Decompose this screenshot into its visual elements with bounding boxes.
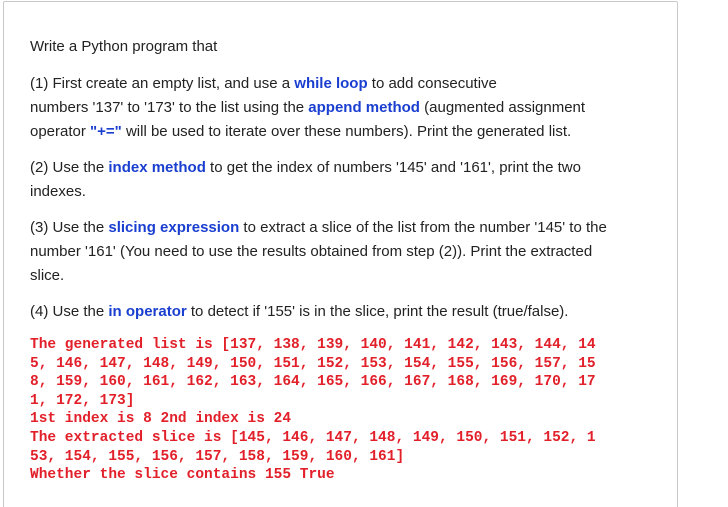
step-1-prefix: (1) First create an empty list, and use … — [30, 75, 295, 92]
output-line: 1, 172, 173] — [30, 392, 135, 409]
intro-text: Write a Python program that — [30, 38, 218, 55]
step-1: (1) First create an empty list, and use … — [30, 72, 670, 144]
program-output: The generated list is [137, 138, 139, 14… — [30, 336, 670, 485]
output-line: 1st index is 8 2nd index is 24 — [30, 411, 292, 428]
step-3-keyword-slicing-expression: slicing expression — [108, 219, 240, 236]
step-4: (4) Use the in operator to detect if '15… — [30, 300, 670, 324]
step-1-text-e: will be used to iterate over these numbe… — [121, 123, 572, 140]
step-2-text-b: indexes. — [30, 183, 86, 200]
step-1-keyword-while-loop: while loop — [294, 75, 368, 92]
question-content: Write a Python program that (1) First cr… — [30, 36, 670, 485]
step-2-prefix: (2) Use the — [30, 159, 109, 176]
page: Write a Python program that (1) First cr… — [0, 0, 728, 507]
step-1-text-c: (augmented assignment — [419, 99, 586, 116]
step-3-text-b: number '161' (You need to use the result… — [30, 243, 593, 260]
step-4-prefix: (4) Use the — [30, 303, 109, 320]
step-1-text-d: operator — [30, 123, 91, 140]
step-2: (2) Use the index method to get the inde… — [30, 156, 670, 204]
step-2-keyword-index-method: index method — [108, 159, 206, 176]
step-1-text-a: to add consecutive — [367, 75, 497, 92]
output-line: 53, 154, 155, 156, 157, 158, 159, 160, 1… — [30, 448, 405, 465]
step-2-text-a: to get the index of numbers '145' and '1… — [205, 159, 581, 176]
step-4-keyword-in-operator: in operator — [108, 303, 187, 320]
step-1-text-b: numbers '137' to '173' to the list using… — [30, 99, 309, 116]
output-line: The extracted slice is [145, 146, 147, 1… — [30, 429, 596, 446]
output-line: Whether the slice contains 155 True — [30, 467, 335, 484]
step-3-text-c: slice. — [30, 267, 65, 284]
step-4-text-a: to detect if '155' is in the slice, prin… — [186, 303, 569, 320]
step-1-keyword-operator: "+=" — [90, 123, 122, 140]
step-1-keyword-append-method: append method — [308, 99, 420, 116]
step-3-text-a: to extract a slice of the list from the … — [239, 219, 607, 236]
output-line: 8, 159, 160, 161, 162, 163, 164, 165, 16… — [30, 374, 596, 391]
step-3-prefix: (3) Use the — [30, 219, 109, 236]
output-line: 5, 146, 147, 148, 149, 150, 151, 152, 15… — [30, 355, 596, 372]
step-3: (3) Use the slicing expression to extrac… — [30, 216, 670, 288]
output-line: The generated list is [137, 138, 139, 14… — [30, 337, 596, 353]
question-card: Write a Python program that (1) First cr… — [3, 1, 678, 507]
